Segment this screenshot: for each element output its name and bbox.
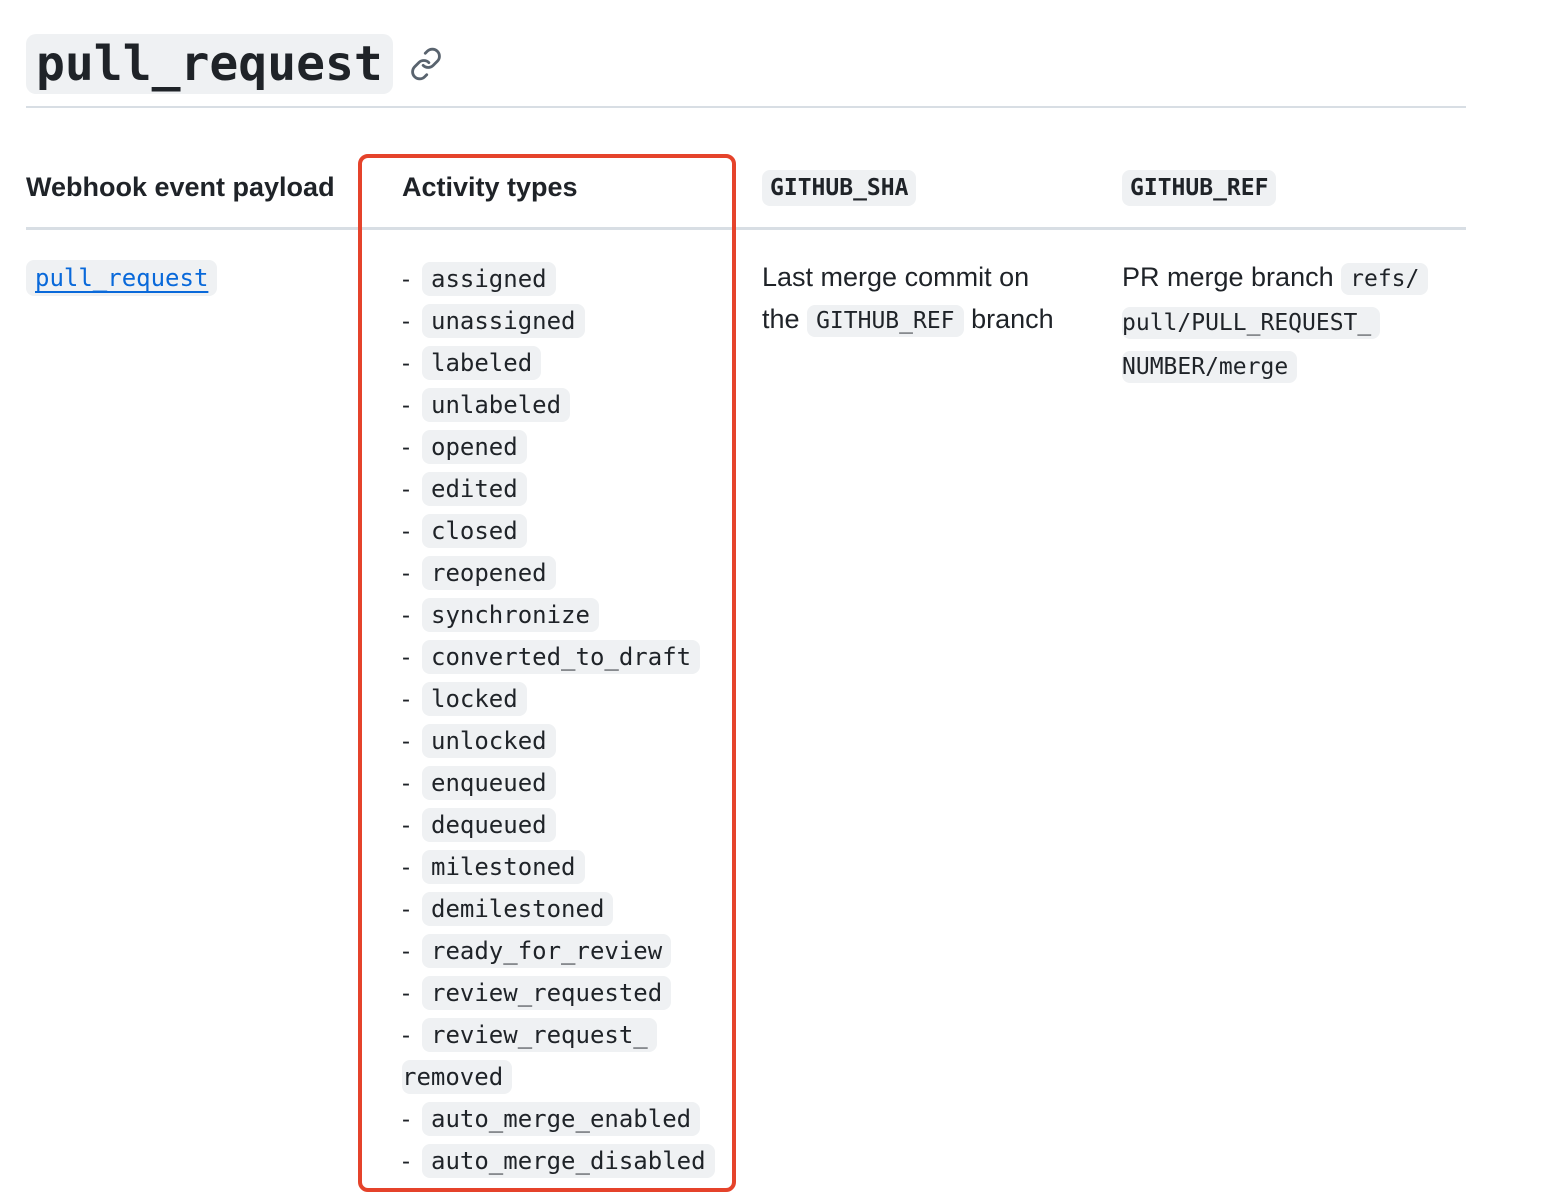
list-dash: - — [402, 686, 410, 713]
column-header-ref: GITHUB_REF — [1122, 170, 1277, 206]
list-dash: - — [402, 434, 410, 461]
list-dash: - — [402, 1148, 410, 1175]
heading-divider — [26, 106, 1466, 108]
activity-type-item: - demilestoned — [402, 888, 722, 930]
list-dash: - — [402, 392, 410, 419]
list-dash: - — [402, 728, 410, 755]
sha-ref-code: GITHUB_REF — [807, 305, 964, 337]
activity-type-code: labeled — [422, 346, 542, 380]
activity-type-item: - closed — [402, 510, 722, 552]
ref-code-part-1: refs/ — [1341, 263, 1429, 295]
column-header-sha: GITHUB_SHA — [762, 170, 917, 206]
column-header-activity: Activity types — [402, 172, 578, 202]
list-dash: - — [402, 896, 410, 923]
activity-type-code: review_request_ — [422, 1018, 657, 1052]
activity-type-item: - enqueued — [402, 762, 722, 804]
activity-type-code: auto_merge_enabled — [422, 1102, 701, 1136]
activity-type-code: dequeued — [422, 808, 556, 842]
activity-type-code: unlocked — [422, 724, 556, 758]
list-dash: - — [402, 602, 410, 629]
ref-text: PR merge branch — [1122, 262, 1334, 292]
activity-type-item: - locked — [402, 678, 722, 720]
activity-type-code: enqueued — [422, 766, 556, 800]
list-dash: - — [402, 266, 410, 293]
activity-type-item: - unlabeled — [402, 384, 722, 426]
activity-type-code: demilestoned — [422, 892, 614, 926]
activity-type-code: reopened — [422, 556, 556, 590]
activity-type-item: - milestoned — [402, 846, 722, 888]
activity-type-code: milestoned — [422, 850, 585, 884]
list-dash: - — [402, 854, 410, 881]
activity-type-item: - unlocked — [402, 720, 722, 762]
activity-type-item: - edited — [402, 468, 722, 510]
sha-text-2: the — [762, 304, 800, 334]
list-dash: - — [402, 644, 410, 671]
activity-type-code: converted_to_draft — [422, 640, 701, 674]
activity-type-code: auto_merge_disabled — [422, 1144, 715, 1178]
activity-type-code: ready_for_review — [422, 934, 672, 968]
activity-type-item: - reopened — [402, 552, 722, 594]
list-dash: - — [402, 476, 410, 503]
list-dash: - — [402, 560, 410, 587]
list-dash: - — [402, 1022, 410, 1049]
activity-types-list: - assigned - unassigned - labeled - unlabeled - o… — [402, 258, 722, 1182]
list-dash: - — [402, 938, 410, 965]
activity-type-item: - review_requested — [402, 972, 722, 1014]
activity-type-code: closed — [422, 514, 527, 548]
activity-type-item: - assigned — [402, 258, 722, 300]
activity-type-code: opened — [422, 430, 527, 464]
link-icon[interactable] — [409, 47, 443, 81]
activity-type-code: review_requested — [422, 976, 672, 1010]
list-dash: - — [402, 812, 410, 839]
activity-type-code: removed — [402, 1060, 513, 1094]
ref-code-part-2: pull/PULL_REQUEST_ — [1122, 307, 1381, 339]
list-dash: - — [402, 350, 410, 377]
activity-type-item: - review_request_ — [402, 1014, 722, 1056]
activity-type-item: - opened — [402, 426, 722, 468]
table-header-divider — [26, 227, 1466, 230]
ref-code-part-3: NUMBER/merge — [1122, 351, 1298, 383]
github-sha-cell: Last merge commit on the GITHUB_REF bran… — [762, 256, 1102, 342]
activity-type-code: unlabeled — [422, 388, 571, 422]
activity-type-item: - labeled — [402, 342, 722, 384]
page-heading: pull_request — [26, 34, 443, 94]
page-title: pull_request — [26, 34, 393, 94]
list-dash: - — [402, 770, 410, 797]
activity-type-item: - auto_merge_enabled — [402, 1098, 722, 1140]
github-ref-cell: PR merge branch refs/ pull/PULL_REQUEST_… — [1122, 256, 1452, 388]
activity-type-item: - auto_merge_disabled — [402, 1140, 722, 1182]
activity-type-item: - unassigned — [402, 300, 722, 342]
activity-type-item: - converted_to_draft — [402, 636, 722, 678]
column-header-payload: Webhook event payload — [26, 172, 335, 202]
activity-type-item: - ready_for_review — [402, 930, 722, 972]
activity-type-item-continuation: removed — [402, 1056, 722, 1098]
payload-link[interactable]: pull_request — [26, 260, 218, 296]
activity-type-code: synchronize — [422, 598, 599, 632]
activity-type-item: - synchronize — [402, 594, 722, 636]
sha-text-1: Last merge commit on — [762, 262, 1030, 292]
list-dash: - — [402, 308, 410, 335]
list-dash: - — [402, 518, 410, 545]
activity-type-code: locked — [422, 682, 527, 716]
activity-type-item: - dequeued — [402, 804, 722, 846]
activity-type-code: assigned — [422, 262, 556, 296]
list-dash: - — [402, 980, 410, 1007]
list-dash: - — [402, 1106, 410, 1133]
sha-text-3: branch — [971, 304, 1054, 334]
activity-type-code: unassigned — [422, 304, 585, 338]
activity-type-code: edited — [422, 472, 527, 506]
